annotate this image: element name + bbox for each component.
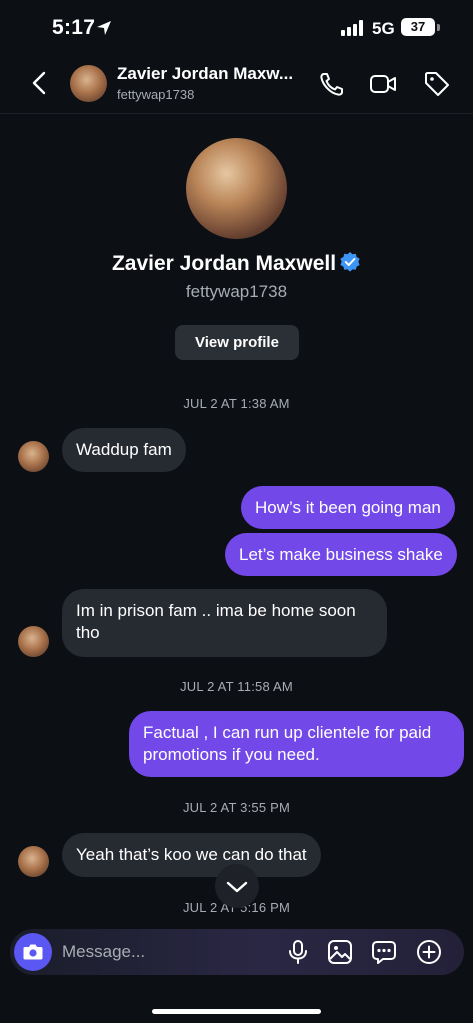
message-bubble-outgoing[interactable]: Factual , I can run up clientele for pai… — [129, 711, 464, 777]
battery-cap — [437, 24, 440, 31]
message-bubble-outgoing[interactable]: Let’s make business shake — [225, 533, 457, 576]
header-avatar[interactable] — [70, 65, 107, 102]
verified-icon — [340, 252, 360, 272]
chevron-down-icon — [226, 881, 248, 893]
status-bar: 5:17 5G 37 — [0, 0, 473, 56]
message-bubble-incoming[interactable]: Yeah that’s koo we can do that — [62, 833, 321, 877]
status-time: 5:17 — [52, 16, 96, 39]
plus-icon[interactable] — [415, 938, 443, 966]
timestamp: JUL 2 AT 1:38 AM — [183, 396, 290, 411]
microphone-icon[interactable] — [284, 938, 312, 966]
timestamp: JUL 2 AT 11:58 AM — [180, 679, 293, 694]
message-bubble-outgoing[interactable]: How’s it been going man — [241, 486, 455, 529]
battery-indicator: 37 — [401, 18, 435, 36]
gallery-icon[interactable] — [326, 938, 354, 966]
phone-icon[interactable] — [318, 70, 346, 98]
camera-icon — [23, 944, 43, 960]
header-contact-name[interactable]: Zavier Jordan Maxw... — [117, 64, 309, 84]
video-icon[interactable] — [369, 70, 397, 98]
sticker-icon[interactable] — [370, 938, 398, 966]
profile-name: Zavier Jordan Maxwell — [0, 251, 473, 276]
message-avatar[interactable] — [18, 846, 49, 877]
timestamp: JUL 2 AT 3:55 PM — [182, 800, 290, 815]
header-username[interactable]: fettywap1738 — [117, 87, 194, 102]
home-indicator — [152, 1009, 321, 1014]
profile-name-text: Zavier Jordan Maxwell — [111, 252, 337, 275]
chat-header: Zavier Jordan Maxw... fettywap1738 — [0, 56, 473, 114]
profile-username: fettywap1738 — [185, 282, 288, 301]
camera-button[interactable] — [14, 933, 52, 971]
message-composer — [10, 929, 464, 975]
back-icon[interactable] — [28, 68, 52, 98]
signal-icon — [341, 20, 365, 36]
tag-icon[interactable] — [423, 70, 451, 98]
scroll-to-bottom-button[interactable] — [215, 864, 259, 908]
location-arrow-icon — [97, 21, 111, 35]
message-bubble-incoming[interactable]: Im in prison fam .. ima be home soon tho — [62, 589, 387, 657]
message-avatar[interactable] — [18, 626, 49, 657]
message-input[interactable] — [62, 937, 272, 967]
message-avatar[interactable] — [18, 441, 49, 472]
message-bubble-incoming[interactable]: Waddup fam — [62, 428, 186, 472]
view-profile-button[interactable]: View profile — [175, 325, 299, 360]
profile-avatar[interactable] — [186, 138, 287, 239]
network-label: 5G — [372, 19, 395, 38]
